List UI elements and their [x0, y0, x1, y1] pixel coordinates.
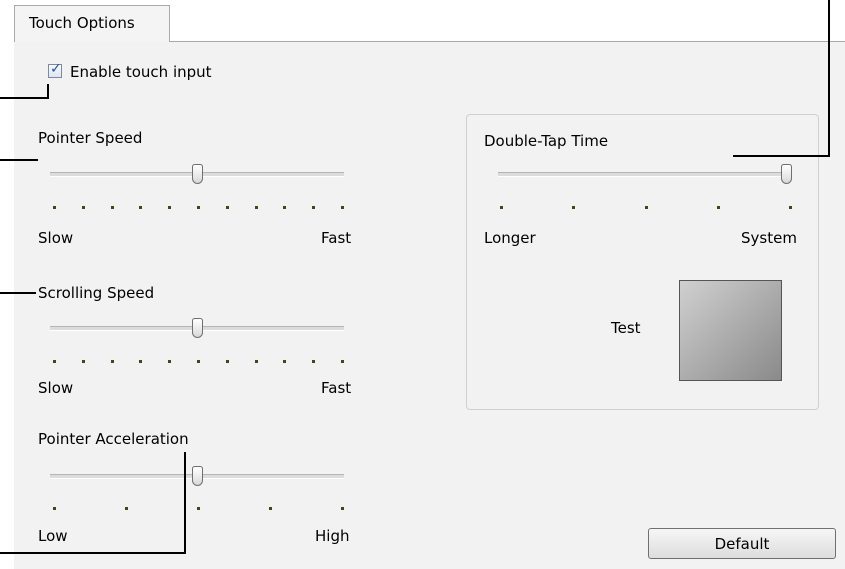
callout-line-acceleration-v — [184, 452, 186, 554]
slider-tick — [168, 206, 172, 209]
slider-tick — [197, 507, 200, 510]
slider-tick — [500, 206, 503, 209]
callout-line-pointer-speed — [0, 159, 38, 161]
slider-tick — [789, 206, 792, 209]
pointer-acceleration-title: Pointer Acceleration — [38, 430, 189, 448]
slider-tick — [254, 206, 258, 209]
callout-line-double-tap-v — [828, 0, 830, 157]
slider-tick — [716, 206, 720, 209]
enable-touch-label: Enable touch input — [70, 63, 212, 81]
callout-line-double-tap-h — [733, 155, 830, 157]
slider-tick — [225, 206, 229, 209]
slider-tick — [341, 507, 344, 510]
pointer-acceleration-min-label: Low — [38, 527, 68, 545]
slider-tick — [283, 360, 287, 363]
slider-tick — [53, 360, 56, 363]
slider-tick — [53, 507, 56, 510]
double-tap-track[interactable] — [498, 172, 792, 177]
slider-tick — [572, 206, 576, 209]
pointer-speed-title: Pointer Speed — [38, 129, 143, 147]
double-tap-title: Double-Tap Time — [484, 132, 609, 150]
scrolling-speed-title: Scrolling Speed — [38, 284, 155, 302]
slider-tick — [312, 206, 316, 209]
double-tap-thumb[interactable] — [781, 164, 792, 184]
slider-tick — [341, 360, 344, 363]
pointer-speed-min-label: Slow — [38, 229, 74, 247]
slider-tick — [197, 206, 200, 209]
scrolling-speed-thumb[interactable] — [191, 318, 203, 338]
callout-line-scrolling-speed — [0, 292, 36, 294]
slider-tick — [341, 206, 344, 209]
slider-tick — [312, 360, 316, 363]
pointer-acceleration-thumb[interactable] — [191, 466, 203, 486]
pointer-speed-thumb[interactable] — [191, 164, 203, 184]
enable-touch-checkbox[interactable]: ✓ — [48, 61, 62, 78]
slider-tick — [139, 360, 143, 363]
scrolling-speed-min-label: Slow — [38, 379, 74, 397]
slider-tick — [197, 360, 200, 363]
slider-tick — [81, 206, 85, 209]
callout-line-enable-touch-v — [47, 84, 49, 99]
slider-tick — [81, 360, 85, 363]
double-tap-max-label: System — [741, 229, 797, 247]
tab-touch-options[interactable]: Touch Options — [14, 5, 170, 42]
slider-tick — [139, 206, 143, 209]
slider-tick — [269, 507, 272, 510]
pointer-acceleration-max-label: High — [315, 527, 350, 545]
test-label: Test — [611, 319, 641, 337]
slider-tick — [225, 360, 229, 363]
slider-tick — [283, 206, 287, 209]
slider-tick — [168, 360, 172, 363]
callout-line-enable-touch-h — [0, 97, 48, 99]
slider-tick — [254, 360, 258, 363]
default-button[interactable]: Default — [648, 528, 836, 559]
checkmark-icon: ✓ — [50, 61, 62, 77]
double-tap-test-area[interactable] — [679, 280, 782, 381]
callout-line-acceleration-h — [0, 552, 186, 554]
double-tap-min-label: Longer — [484, 229, 536, 247]
slider-tick — [110, 360, 114, 363]
slider-tick — [644, 206, 648, 209]
slider-tick — [110, 206, 114, 209]
scrolling-speed-max-label: Fast — [321, 379, 352, 397]
slider-tick — [125, 507, 128, 510]
pointer-speed-max-label: Fast — [321, 229, 352, 247]
tab-label: Touch Options — [29, 14, 135, 32]
slider-tick — [53, 206, 56, 209]
